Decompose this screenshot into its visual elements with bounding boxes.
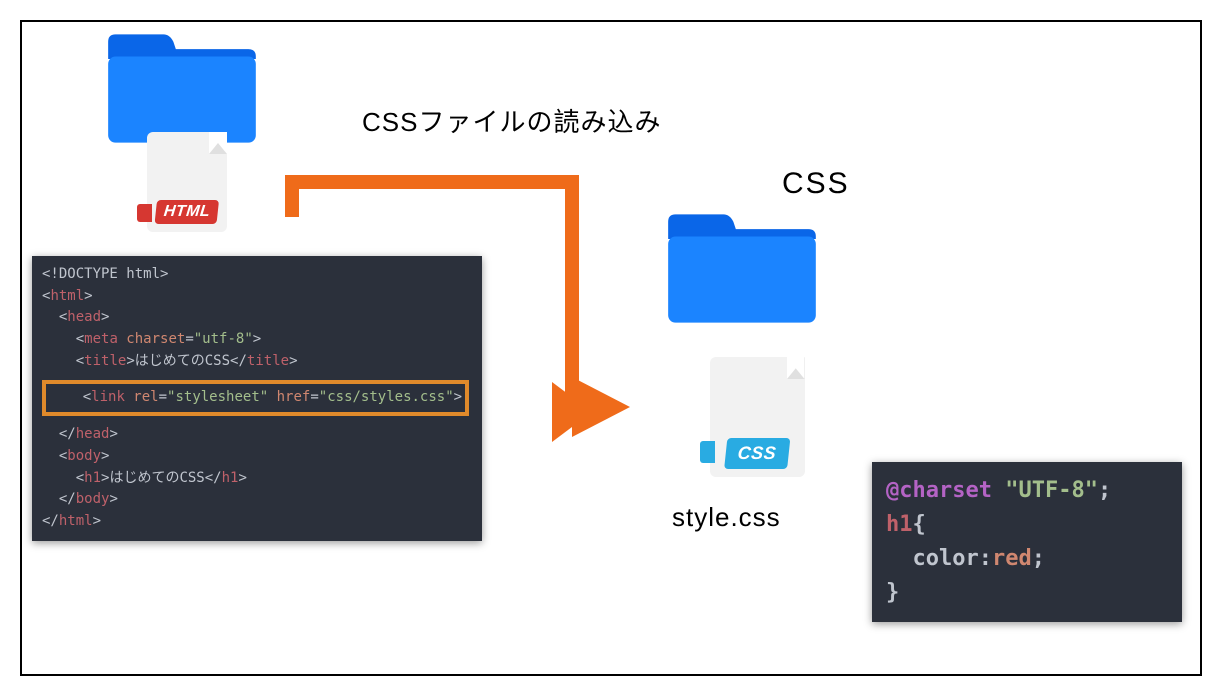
diagram-title: CSSファイルの読み込み bbox=[362, 102, 661, 139]
css-filename-label: style.css bbox=[672, 502, 781, 533]
diagram-frame: CSSファイルの読み込み HTML <!DOCTYPE html> <html>… bbox=[20, 20, 1202, 676]
html-file-icon: HTML bbox=[137, 132, 237, 232]
css-badge: CSS bbox=[724, 438, 790, 469]
css-folder-label: CSS bbox=[782, 167, 850, 201]
css-file-icon: CSS bbox=[702, 357, 812, 477]
highlighted-link-line: <link rel="stylesheet" href="css/styles.… bbox=[42, 380, 469, 416]
html-code-block: <!DOCTYPE html> <html> <head> <meta char… bbox=[32, 256, 482, 541]
html-badge: HTML bbox=[155, 200, 220, 224]
css-folder-icon bbox=[662, 207, 822, 335]
css-code-block: @charset "UTF-8"; h1{ color:red; } bbox=[872, 462, 1182, 622]
